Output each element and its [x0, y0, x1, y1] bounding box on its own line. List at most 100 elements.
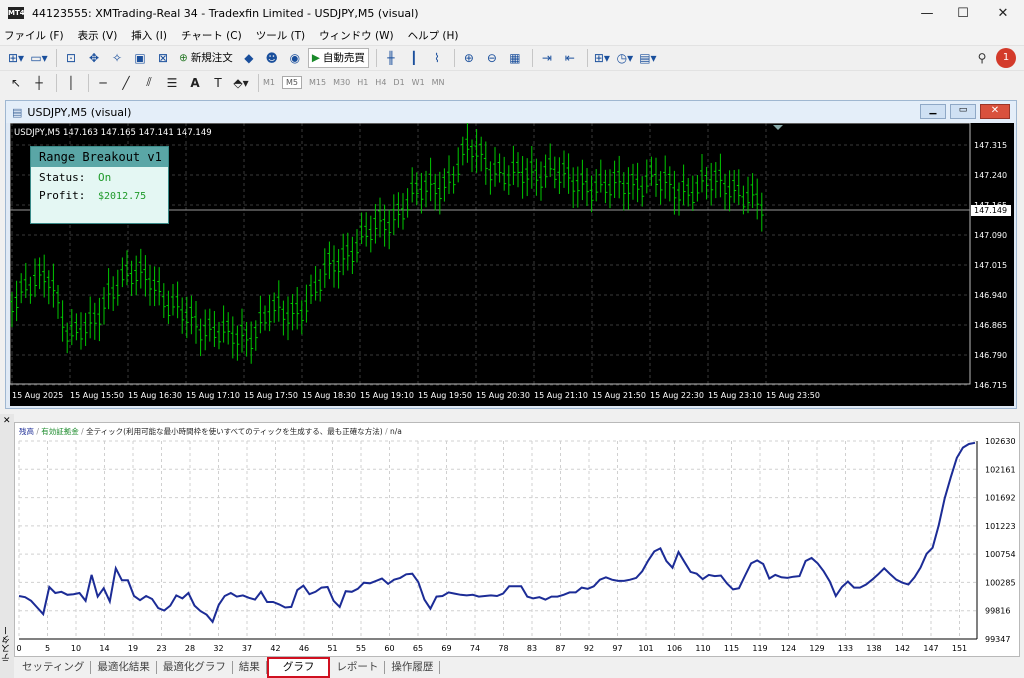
templates-icon[interactable]: ▤▾: [638, 48, 658, 68]
timeframe-m5[interactable]: M5: [282, 76, 302, 89]
zoom-out-icon[interactable]: ⊖: [482, 48, 502, 68]
price-bar: [594, 169, 599, 202]
price-bar: [525, 158, 530, 197]
price-bar: [10, 291, 14, 328]
maximize-button[interactable]: ☐: [944, 0, 982, 26]
new-chart-icon[interactable]: ⊞▾: [6, 48, 26, 68]
graph-x-label: 42: [270, 644, 280, 653]
arrows-icon[interactable]: ⬘▾: [231, 73, 251, 93]
menu-tools[interactable]: ツール (T): [256, 28, 305, 43]
chart-minimize-button[interactable]: ▁: [920, 104, 946, 119]
price-bar: [212, 311, 217, 347]
bar-chart-icon[interactable]: ╫: [381, 48, 401, 68]
balance-graph[interactable]: 残高 / 有効証拠金 / 全ティック(利用可能な最小時間枠を使いすべてのティック…: [14, 422, 1020, 657]
graph-y-label: 99347: [985, 635, 1010, 644]
price-bar: [686, 177, 691, 207]
menu-view[interactable]: 表示 (V): [78, 28, 118, 43]
tab-report[interactable]: レポート: [330, 661, 386, 674]
tab-settings[interactable]: セッティング: [14, 661, 92, 674]
timeframe-d1[interactable]: D1: [393, 78, 404, 87]
price-bar: [493, 147, 497, 187]
auto-scroll-icon[interactable]: ⇥: [537, 48, 557, 68]
horizontal-line-icon[interactable]: ─: [93, 73, 113, 93]
graph-x-label: 55: [356, 644, 366, 653]
candlestick-icon[interactable]: ┃: [404, 48, 424, 68]
chart-close-button[interactable]: ✕: [980, 104, 1010, 119]
price-bar: [341, 233, 346, 276]
indicators-icon[interactable]: ⊞▾: [592, 48, 612, 68]
menu-help[interactable]: ヘルプ (H): [408, 28, 459, 43]
graph-x-label: 110: [695, 644, 710, 653]
graph-x-label: 124: [781, 644, 796, 653]
menu-insert[interactable]: 挿入 (I): [131, 28, 167, 43]
price-bar: [424, 170, 428, 208]
timeframe-m30[interactable]: M30: [333, 78, 350, 87]
graph-x-label: 119: [752, 644, 767, 653]
notifications-badge[interactable]: 1: [996, 47, 1016, 68]
graph-x-label: 10: [71, 644, 81, 653]
search-icon[interactable]: ⚲: [972, 48, 992, 68]
terminal-icon[interactable]: ▣: [130, 48, 150, 68]
tab-graph[interactable]: グラフ: [266, 657, 331, 678]
price-bar: [681, 164, 686, 206]
timeframe-h4[interactable]: H4: [375, 78, 386, 87]
channel-icon[interactable]: ⫽: [139, 73, 159, 93]
price-bar: [543, 154, 548, 188]
timeframe-h1[interactable]: H1: [357, 78, 368, 87]
timeframe-mn[interactable]: MN: [432, 78, 445, 87]
price-bar: [635, 162, 640, 203]
tab-results[interactable]: 結果: [233, 661, 267, 674]
cursor-icon[interactable]: ↖: [6, 73, 26, 93]
metaeditor-icon[interactable]: ◆: [239, 48, 259, 68]
timeframe-m15[interactable]: M15: [309, 78, 326, 87]
price-bar: [557, 157, 562, 195]
chart-shift-icon[interactable]: ⇤: [560, 48, 580, 68]
graph-x-label: 51: [327, 644, 337, 653]
tab-optimization-results[interactable]: 最適化結果: [91, 661, 157, 674]
strategy-tester-icon[interactable]: ⊠: [153, 48, 173, 68]
menu-window[interactable]: ウィンドウ (W): [319, 28, 393, 43]
new-order-button[interactable]: ⊕ 新規注文: [176, 48, 236, 68]
menu-file[interactable]: ファイル (F): [4, 28, 64, 43]
timeframe-w1[interactable]: W1: [412, 78, 425, 87]
data-window-icon[interactable]: ✥: [84, 48, 104, 68]
app-icon: MT4: [8, 7, 25, 19]
tile-windows-icon[interactable]: ▦: [505, 48, 525, 68]
chart-window-titlebar: ▤ USDJPY,M5 (visual) ▁ ▭ ✕: [6, 101, 1016, 123]
price-bar: [663, 155, 668, 199]
zoom-in-icon[interactable]: ⊕: [459, 48, 479, 68]
price-bar: [267, 294, 272, 332]
crosshair-icon[interactable]: ┼: [29, 73, 49, 93]
price-bar: [194, 300, 198, 344]
chart-restore-button[interactable]: ▭: [950, 104, 976, 119]
navigator-icon[interactable]: ✧: [107, 48, 127, 68]
price-bar: [460, 136, 465, 166]
tab-optimization-graph[interactable]: 最適化グラフ: [157, 661, 233, 674]
auto-trading-button[interactable]: ▶ 自動売買: [307, 47, 369, 68]
price-bar: [451, 166, 456, 194]
graph-x-label: 5: [45, 644, 50, 653]
price-axis-label: 146.940: [974, 291, 1007, 300]
menu-chart[interactable]: チャート (C): [181, 28, 242, 43]
price-bar: [672, 170, 677, 215]
close-button[interactable]: ✕: [984, 0, 1022, 26]
market-icon[interactable]: ◉: [285, 48, 305, 68]
price-bar: [221, 305, 226, 343]
text-label-icon[interactable]: T: [208, 73, 228, 93]
chart-window-icon: ▤: [12, 105, 23, 119]
text-icon[interactable]: A: [185, 73, 205, 93]
vertical-line-icon[interactable]: │: [61, 73, 81, 93]
trendline-icon[interactable]: ╱: [116, 73, 136, 93]
profiles-icon[interactable]: ▭▾: [29, 48, 49, 68]
price-bar: [529, 146, 534, 189]
timeframe-m1[interactable]: M1: [263, 78, 275, 87]
tab-journal[interactable]: 操作履歴: [385, 661, 441, 674]
market-watch-icon[interactable]: ⊡: [61, 48, 81, 68]
toolbar-separator: [531, 48, 533, 67]
minimize-button[interactable]: —: [908, 0, 946, 26]
line-chart-icon[interactable]: ⌇: [427, 48, 447, 68]
tester-close-icon[interactable]: ✕: [3, 416, 11, 426]
periods-icon[interactable]: ◷▾: [615, 48, 635, 68]
fibonacci-icon[interactable]: ☰: [162, 73, 182, 93]
signals-icon[interactable]: ☻: [262, 48, 282, 68]
